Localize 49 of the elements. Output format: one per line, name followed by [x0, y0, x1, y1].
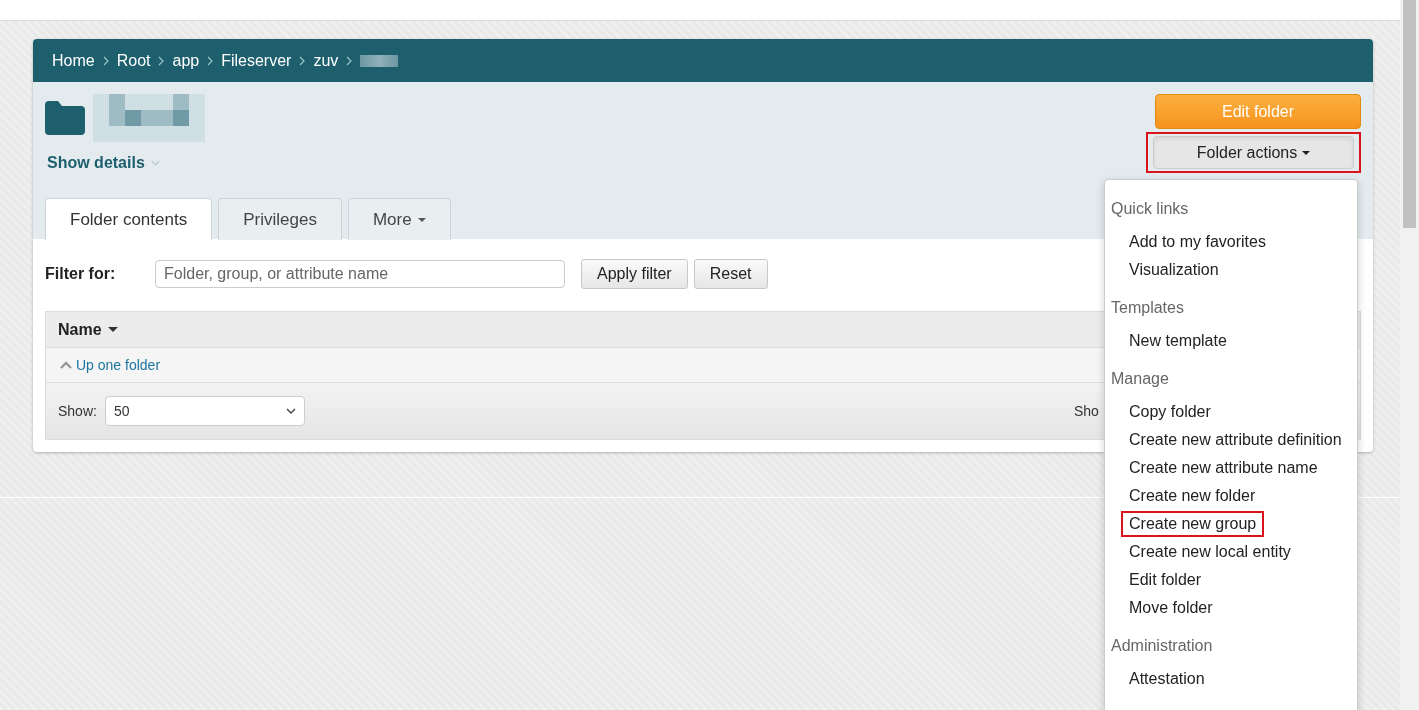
menu-item[interactable]: Add to my favorites [1121, 229, 1274, 255]
page-size-select[interactable]: 50 [104, 396, 305, 426]
menu-item[interactable]: Attestation [1121, 666, 1213, 692]
menu-heading: Templates [1110, 298, 1185, 318]
show-label: Show: [58, 403, 97, 419]
breadcrumb-link[interactable]: zuv [313, 51, 339, 70]
show-details-toggle[interactable]: Show details [47, 154, 160, 172]
redacted-text [360, 54, 399, 67]
filter-label: Filter for: [45, 265, 117, 283]
menu-item[interactable]: Create new group [1121, 511, 1265, 537]
filter-field[interactable]: Folder, group, or attribute name [155, 260, 565, 288]
scrollbar[interactable] [1400, 0, 1419, 710]
reset-button[interactable]: Reset [693, 259, 768, 289]
menu-item[interactable]: Create new folder [1121, 483, 1264, 509]
menu-item[interactable]: Edit folder [1121, 567, 1210, 593]
menu-item[interactable]: New template [1121, 328, 1235, 354]
tab[interactable]: Privileges [218, 198, 342, 240]
tab[interactable]: More [347, 198, 451, 240]
chevron-down-icon [285, 408, 296, 414]
breadcrumb-link[interactable]: Fileserver [221, 51, 292, 70]
menu-heading: Manage [1110, 369, 1170, 389]
menu-item[interactable]: Create new attribute definition [1121, 427, 1350, 453]
folder-icon [45, 101, 85, 135]
chevron-icon [346, 55, 353, 66]
menu-item[interactable]: Copy folder [1121, 399, 1219, 425]
apply-filter-button[interactable]: Apply filter [581, 259, 688, 289]
breadcrumb-link[interactable]: Root [116, 51, 151, 70]
menu-heading: Quick links [1110, 199, 1190, 219]
menu-item[interactable]: Create new attribute name [1121, 455, 1326, 481]
up-chevron-icon [60, 361, 72, 369]
chevron-icon [158, 55, 165, 66]
menu-item[interactable]: Create new local entity [1121, 539, 1299, 565]
caret-icon [417, 218, 426, 222]
up-one-folder-link[interactable]: Up one folder [76, 357, 161, 373]
menu-item[interactable]: Move folder [1121, 595, 1221, 621]
menu-heading: Administration [1110, 636, 1214, 656]
name-column-header[interactable]: Name [58, 320, 118, 339]
chevron-icon [102, 55, 109, 66]
breadcrumb-link[interactable]: app [172, 51, 200, 70]
chevron-down-icon [150, 160, 160, 166]
chevron-icon [207, 55, 214, 66]
tab[interactable]: Folder contents [45, 198, 213, 240]
menu-item[interactable]: Visualization [1121, 257, 1227, 283]
chevron-icon [299, 55, 306, 66]
breadcrumb-link[interactable]: Home [52, 51, 95, 70]
folder-actions-button[interactable]: Folder actions [1153, 136, 1354, 169]
sort-caret-icon [107, 327, 118, 332]
caret-icon [1302, 150, 1311, 155]
showing-text: Sho [1074, 403, 1099, 419]
